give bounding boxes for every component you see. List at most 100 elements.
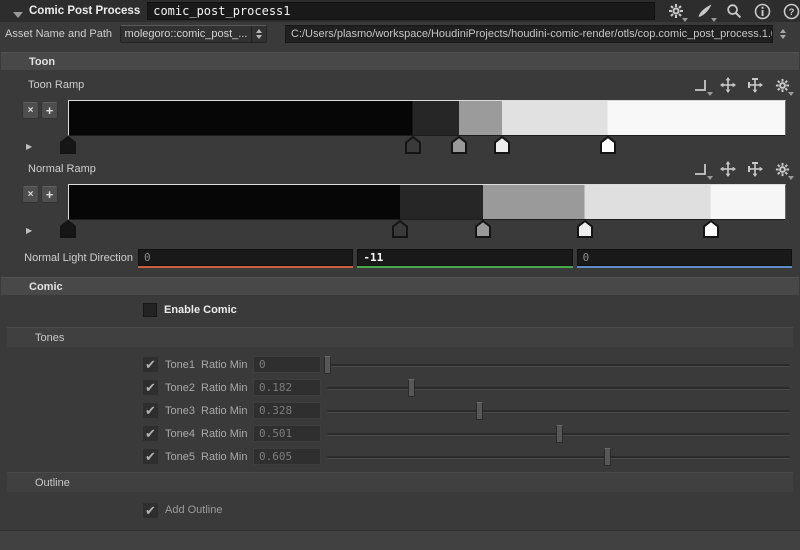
- add-outline-label: Add Outline: [165, 504, 222, 516]
- ramp-move-icon[interactable]: [720, 161, 736, 177]
- toon-ramp-clear-button[interactable]: ×: [22, 102, 39, 119]
- ramp-corner-icon[interactable]: [693, 77, 709, 93]
- ramp-stop-marker[interactable]: [392, 220, 408, 238]
- ramp-handles-icon[interactable]: [747, 77, 763, 93]
- asset-name-dropdown[interactable]: molegoro::comic_post_...: [120, 25, 267, 43]
- tone-name-label: Tone1: [165, 359, 201, 371]
- toon-ramp-header-row: Toon Ramp: [0, 72, 800, 98]
- normal-light-direction-label: Normal Light Direction: [0, 252, 138, 264]
- tone-name-label: Tone5: [165, 451, 201, 463]
- tone-param-label: Ratio Min: [201, 451, 253, 463]
- slider-handle[interactable]: [476, 402, 483, 420]
- tone-ratio-min-field[interactable]: 0.328: [253, 402, 321, 419]
- tone-enable-checkbox[interactable]: ✔: [143, 357, 158, 372]
- toon-ramp-expander-icon[interactable]: ▶: [26, 142, 32, 151]
- enable-comic-label: Enable Comic: [164, 304, 237, 316]
- subsection-tones[interactable]: Tones: [7, 327, 793, 347]
- ramp-stop-marker[interactable]: [494, 136, 510, 154]
- normal-ramp-header-row: Normal Ramp: [0, 156, 800, 182]
- tone-ratio-min-slider[interactable]: [327, 355, 790, 375]
- normal-ramp-add-button[interactable]: +: [41, 186, 58, 203]
- brush-icon[interactable]: [696, 3, 713, 20]
- tone-param-label: Ratio Min: [201, 359, 253, 371]
- add-outline-row: ✔ Add Outline: [0, 500, 800, 520]
- slider-handle[interactable]: [408, 379, 415, 397]
- ramp-stop-marker[interactable]: [475, 220, 491, 238]
- ramp-stop-marker[interactable]: [577, 220, 593, 238]
- tone-row: ✔Tone3Ratio Min0.328: [0, 399, 800, 422]
- tone-param-label: Ratio Min: [201, 428, 253, 440]
- tone-ratio-min-slider[interactable]: [327, 424, 790, 444]
- ramp-stop-marker[interactable]: [451, 136, 467, 154]
- ramp-handles-icon[interactable]: [747, 161, 763, 177]
- ramp-stop-marker[interactable]: [703, 220, 719, 238]
- normal-light-direction-row: Normal Light Direction 0 -11 0: [0, 247, 800, 269]
- node-type-label: Comic Post Process: [29, 5, 140, 17]
- toon-ramp-add-button[interactable]: +: [41, 102, 58, 119]
- tone-name-label: Tone4: [165, 428, 201, 440]
- subsection-outline[interactable]: Outline: [7, 472, 793, 492]
- titlebar-icons: ?: [667, 3, 800, 20]
- toon-ramp: × + ▶: [0, 100, 800, 154]
- tone-enable-checkbox[interactable]: ✔: [143, 449, 158, 464]
- tone-row: ✔ Tone5Ratio Min0.605: [0, 445, 800, 468]
- normal-ramp-label: Normal Ramp: [28, 163, 693, 175]
- ramp-move-icon[interactable]: [720, 77, 736, 93]
- bottom-strip: [0, 530, 800, 550]
- toon-ramp-label: Toon Ramp: [28, 79, 693, 91]
- tone-ratio-min-field[interactable]: 0.501: [253, 425, 321, 442]
- normal-light-z-field[interactable]: 0: [577, 249, 792, 268]
- ramp-corner-icon[interactable]: [693, 161, 709, 177]
- section-toon-label: Toon: [29, 56, 55, 68]
- normal-light-x-value: 0: [138, 249, 353, 266]
- svg-text:?: ?: [789, 7, 795, 18]
- section-toon[interactable]: Toon: [1, 52, 799, 70]
- tone-name-label: Tone2: [165, 382, 201, 394]
- asset-row-label: Asset Name and Path: [5, 28, 117, 40]
- tone-name-label: Tone3: [165, 405, 201, 417]
- asset-path-value: C:/Users/plasmo/workspace/HoudiniProject…: [291, 28, 773, 40]
- enable-comic-checkbox[interactable]: [143, 303, 157, 317]
- ramp-gear-icon[interactable]: [774, 161, 790, 177]
- gear-icon[interactable]: [667, 3, 684, 20]
- tone-enable-checkbox[interactable]: ✔: [143, 403, 158, 418]
- normal-ramp-gradient[interactable]: [68, 184, 786, 220]
- tone-ratio-min-slider[interactable]: [327, 447, 790, 467]
- tone-ratio-min-field[interactable]: 0.605: [253, 448, 321, 465]
- ramp-stop-marker[interactable]: [60, 220, 76, 238]
- tone-ratio-min-slider[interactable]: [327, 378, 790, 398]
- normal-light-y-field[interactable]: -11: [357, 249, 572, 268]
- slider-handle[interactable]: [604, 448, 611, 466]
- tone-ratio-min-slider[interactable]: [327, 401, 790, 421]
- tone-ratio-min-field[interactable]: 0.182: [253, 379, 321, 396]
- ramp-stop-marker[interactable]: [600, 136, 616, 154]
- ramp-gear-icon[interactable]: [774, 77, 790, 93]
- slider-handle[interactable]: [556, 425, 563, 443]
- normal-light-z-value: 0: [577, 249, 792, 266]
- tone-ratio-min-field[interactable]: 0: [253, 356, 321, 373]
- ramp-stop-marker[interactable]: [60, 136, 76, 154]
- info-icon[interactable]: [754, 3, 771, 20]
- tone-enable-checkbox[interactable]: ✔: [143, 380, 158, 395]
- normal-ramp-tools: [693, 161, 790, 177]
- asset-name-spinner[interactable]: [251, 26, 266, 42]
- toon-ramp-tools: [693, 77, 790, 93]
- toon-ramp-gradient[interactable]: [68, 100, 786, 136]
- normal-light-y-value: -11: [357, 249, 572, 266]
- help-icon[interactable]: ?: [783, 3, 800, 20]
- node-expand-icon[interactable]: [13, 12, 23, 18]
- normal-ramp-clear-button[interactable]: ×: [22, 186, 39, 203]
- tone-enable-checkbox[interactable]: ✔: [143, 426, 158, 441]
- ramp-stop-marker[interactable]: [405, 136, 421, 154]
- asset-path-field[interactable]: C:/Users/plasmo/workspace/HoudiniProject…: [285, 25, 773, 43]
- normal-light-x-field[interactable]: 0: [138, 249, 353, 268]
- magnifier-icon[interactable]: [725, 3, 742, 20]
- tone-row: ✔ Tone4Ratio Min0.501: [0, 422, 800, 445]
- titlebar: Comic Post Process: [0, 0, 800, 22]
- node-name-input[interactable]: [147, 2, 655, 20]
- add-outline-checkbox[interactable]: ✔: [143, 503, 158, 518]
- section-comic[interactable]: Comic: [1, 277, 799, 295]
- asset-path-spinner[interactable]: [780, 29, 786, 39]
- normal-ramp-expander-icon[interactable]: ▶: [26, 226, 32, 235]
- slider-handle[interactable]: [324, 356, 331, 374]
